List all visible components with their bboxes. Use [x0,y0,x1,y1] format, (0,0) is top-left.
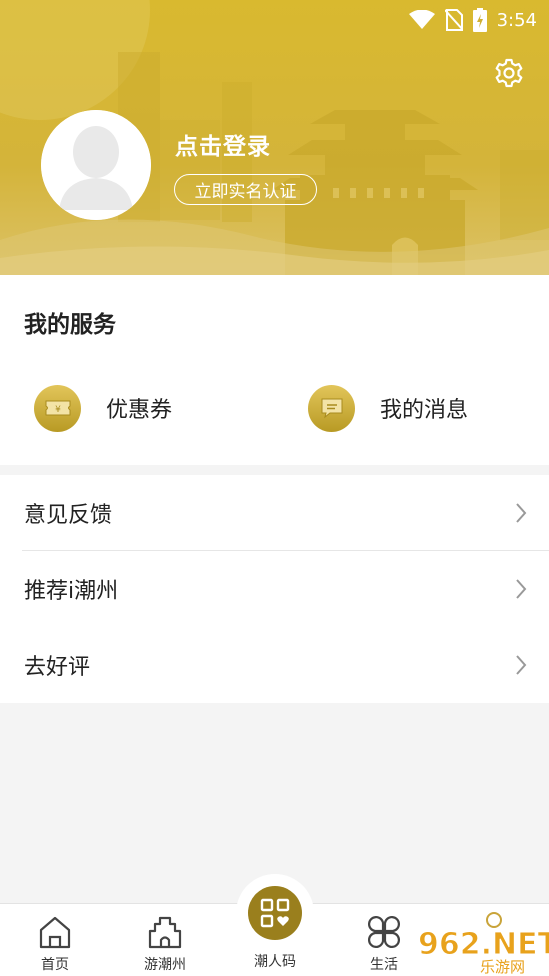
no-sim-icon [444,9,463,31]
my-services-section: 我的服务 ¥ 优惠券 我的消息 [0,275,549,465]
tab-label: 潮人码 [254,954,296,970]
chevron-right-icon [516,503,527,523]
default-user-avatar-icon [41,110,151,220]
tab-label: 游潮州 [144,957,186,973]
gear-icon [495,58,523,88]
avatar[interactable] [41,110,151,220]
battery-charging-icon [472,8,487,32]
status-bar: 3:54 [0,0,549,40]
menu-item-label: 意见反馈 [24,503,113,528]
tab-explore[interactable]: 游潮州 [125,904,205,976]
message-bubble-icon [308,384,355,432]
menu-item-rate[interactable]: 去好评 [0,627,549,703]
wifi-icon [408,10,435,29]
chevron-right-icon [516,579,527,599]
settings-menu-list: 意见反馈 推荐i潮州 去好评 [0,475,549,703]
qr-code-icon [260,898,290,928]
section-title: 我的服务 [24,312,116,338]
menu-item-feedback[interactable]: 意见反馈 [0,475,549,551]
watermark-text: 962.NET [418,927,549,962]
grid-clover-icon [368,916,400,948]
menu-item-recommend[interactable]: 推荐i潮州 [0,551,549,627]
menu-item-label: 推荐i潮州 [24,579,119,604]
chevron-right-icon [516,655,527,675]
coupon-entry[interactable]: ¥ 优惠券 [34,384,172,432]
home-icon [39,916,71,949]
tab-label: 生活 [370,957,398,973]
status-time: 3:54 [496,9,537,31]
messages-entry[interactable]: 我的消息 [308,384,468,432]
settings-button[interactable] [492,56,526,90]
real-name-verify-button[interactable]: 立即实名认证 [174,174,317,205]
coupon-ticket-icon: ¥ [34,384,81,432]
watermark-subtext: 乐游网 [480,958,525,976]
profile-header: 3:54 点击登录 立即实名认证 [0,0,549,275]
svg-text:¥: ¥ [55,405,61,415]
tab-qr-code[interactable]: 潮人码 [236,874,314,976]
tab-life[interactable]: 生活 [344,904,424,976]
tower-icon [148,916,182,949]
qr-code-button[interactable] [248,886,302,940]
menu-item-label: 去好评 [24,655,91,680]
site-watermark-logo: 962.NET 乐游网 [418,912,549,976]
login-prompt[interactable]: 点击登录 [175,127,271,161]
tab-home[interactable]: 首页 [15,904,95,976]
messages-label: 我的消息 [380,398,469,423]
tab-label: 首页 [41,957,69,973]
coupon-label: 优惠券 [106,398,173,423]
profile-screen: 3:54 点击登录 立即实名认证 我的服务 ¥ 优惠券 我的消息 意见反馈 推荐… [0,0,549,976]
